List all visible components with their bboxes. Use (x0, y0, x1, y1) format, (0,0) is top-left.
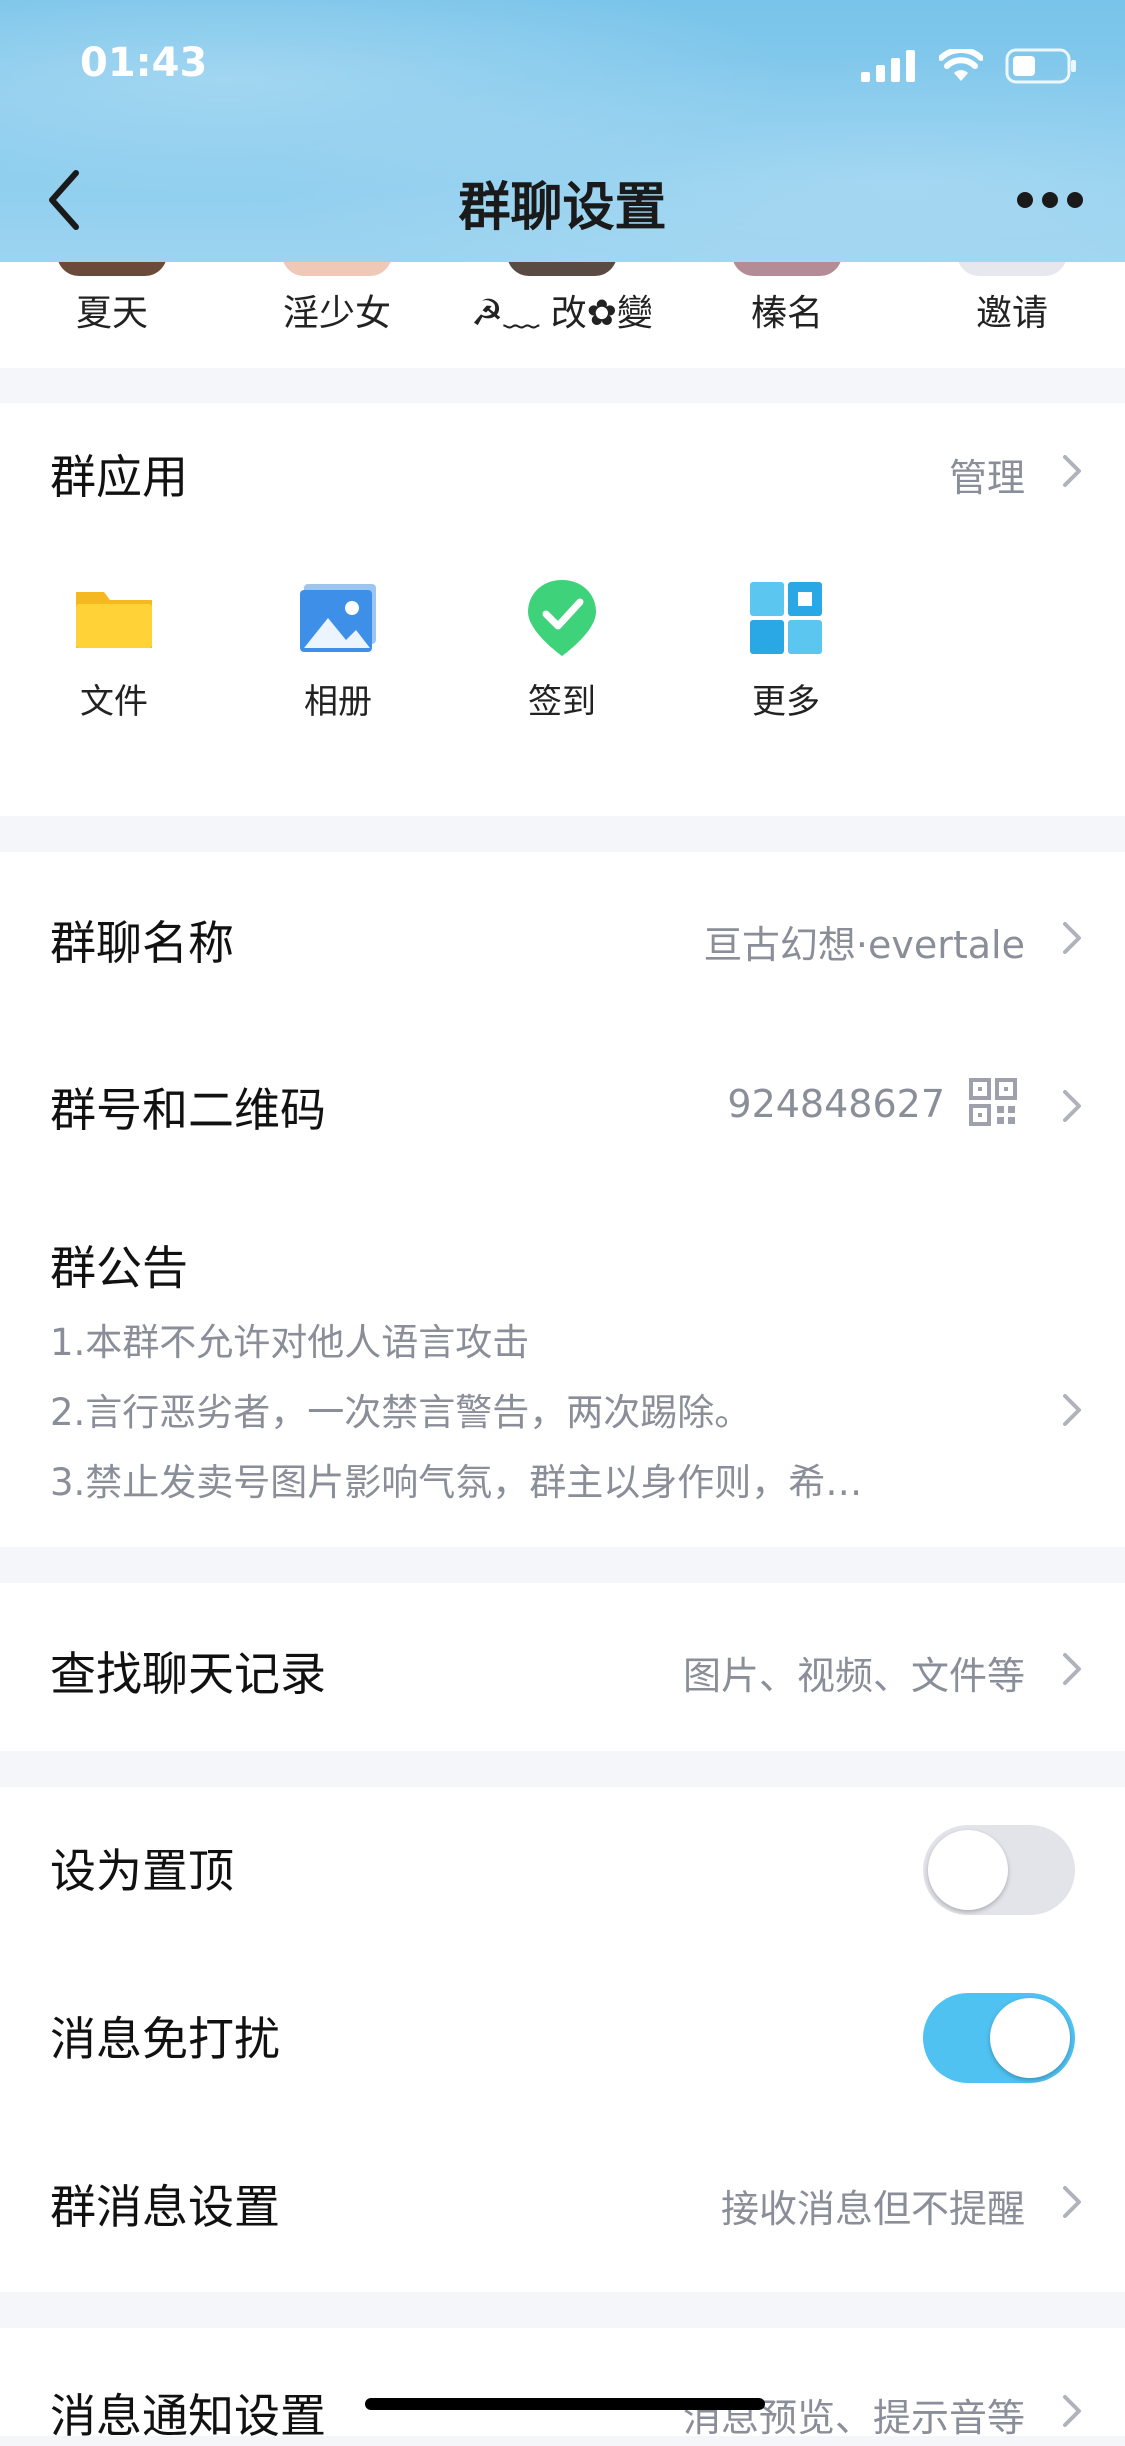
do-not-disturb-toggle[interactable] (923, 1993, 1075, 2083)
toggle-knob (990, 1998, 1070, 2078)
cellular-signal-icon (861, 50, 915, 82)
notification-setting-value: 消息预览、提示音等 (682, 2396, 1025, 2440)
app-label: 更多 (752, 682, 820, 722)
wifi-icon (939, 49, 983, 81)
notification-setting-label: 消息通知设置 (50, 2389, 326, 2443)
member-name[interactable]: ☭﹏ 改✿變 (471, 284, 653, 336)
folder-icon (76, 592, 152, 648)
search-history-label: 查找聊天记录 (50, 1647, 326, 1701)
chevron-right-icon[interactable] (1061, 1651, 1083, 1687)
message-setting-label: 群消息设置 (50, 2180, 280, 2234)
battery-icon (1005, 48, 1076, 84)
page-title: 群聊设置 (458, 178, 667, 238)
photo-album-icon (300, 584, 376, 652)
qr-code-icon[interactable] (969, 1078, 1017, 1126)
group-apps-section: 群应用 管理 文件 相册 签到 更多 (0, 403, 1125, 816)
search-history-value: 图片、视频、文件等 (682, 1654, 1025, 1698)
search-history-row[interactable]: 查找聊天记录 图片、视频、文件等 (0, 1583, 1125, 1751)
group-name-label: 群聊名称 (50, 916, 234, 970)
group-id-value: 924848627 (727, 1082, 945, 1126)
chevron-right-icon[interactable] (1061, 2184, 1083, 2220)
status-icons (861, 48, 1077, 84)
pin-chat-label: 设为置顶 (50, 1844, 234, 1898)
chevron-right-icon[interactable] (1061, 1392, 1083, 1428)
chevron-right-icon[interactable] (1061, 920, 1083, 956)
notification-setting-row[interactable]: 消息通知设置 消息预览、提示音等 (0, 2328, 1125, 2443)
manage-apps-link[interactable]: 管理 (949, 447, 1025, 502)
app-label: 文件 (80, 682, 148, 722)
app-label: 签到 (528, 682, 596, 722)
members-row: 夏天 淫少女 ☭﹏ 改✿變 榛名 邀请 (0, 254, 1125, 368)
app-more[interactable]: 更多 (701, 578, 871, 723)
group-name-value: 亘古幻想·evertale (703, 923, 1025, 967)
header: 01:43 群聊设置 (0, 0, 1125, 262)
notice-line: 3.禁止发卖号图片影响气氛，群主以身作则，希… (50, 1461, 863, 1504)
grid-icon (750, 582, 822, 654)
check-in-icon (528, 580, 596, 656)
message-setting-value: 接收消息但不提醒 (720, 2187, 1025, 2231)
notice-line: 1.本群不允许对他人语言攻击 (50, 1321, 530, 1364)
app-label: 相册 (304, 682, 372, 722)
chevron-right-icon[interactable] (1061, 1088, 1083, 1124)
member-name[interactable]: 淫少女 (283, 284, 391, 336)
toggle-knob (928, 1830, 1008, 1910)
chevron-right-icon[interactable] (1061, 2393, 1083, 2429)
chevron-right-icon[interactable] (1061, 453, 1083, 489)
chat-settings-section: 设为置顶 消息免打扰 群消息设置 接收消息但不提醒 (0, 1787, 1125, 2292)
member-name[interactable]: 榛名 (751, 284, 823, 336)
status-time: 01:43 (80, 40, 208, 86)
more-options-icon[interactable] (1015, 180, 1085, 220)
app-checkin[interactable]: 签到 (477, 578, 647, 723)
app-album[interactable]: 相册 (253, 578, 423, 723)
group-id-label: 群号和二维码 (50, 1083, 326, 1137)
app-files[interactable]: 文件 (29, 578, 199, 723)
notice-line: 2.言行恶劣者，一次禁言警告，两次踢除。 (50, 1391, 752, 1434)
pin-chat-toggle[interactable] (923, 1825, 1075, 1915)
group-info-section: 群聊名称 亘古幻想·evertale 群号和二维码 924848627 群公告 … (0, 852, 1125, 1547)
group-notice-label: 群公告 (50, 1241, 188, 1295)
invite-button[interactable]: 邀请 (976, 284, 1048, 336)
home-indicator[interactable] (365, 2398, 765, 2410)
member-name[interactable]: 夏天 (76, 284, 148, 336)
do-not-disturb-label: 消息免打扰 (50, 2012, 280, 2066)
group-apps-title: 群应用 (50, 450, 188, 504)
